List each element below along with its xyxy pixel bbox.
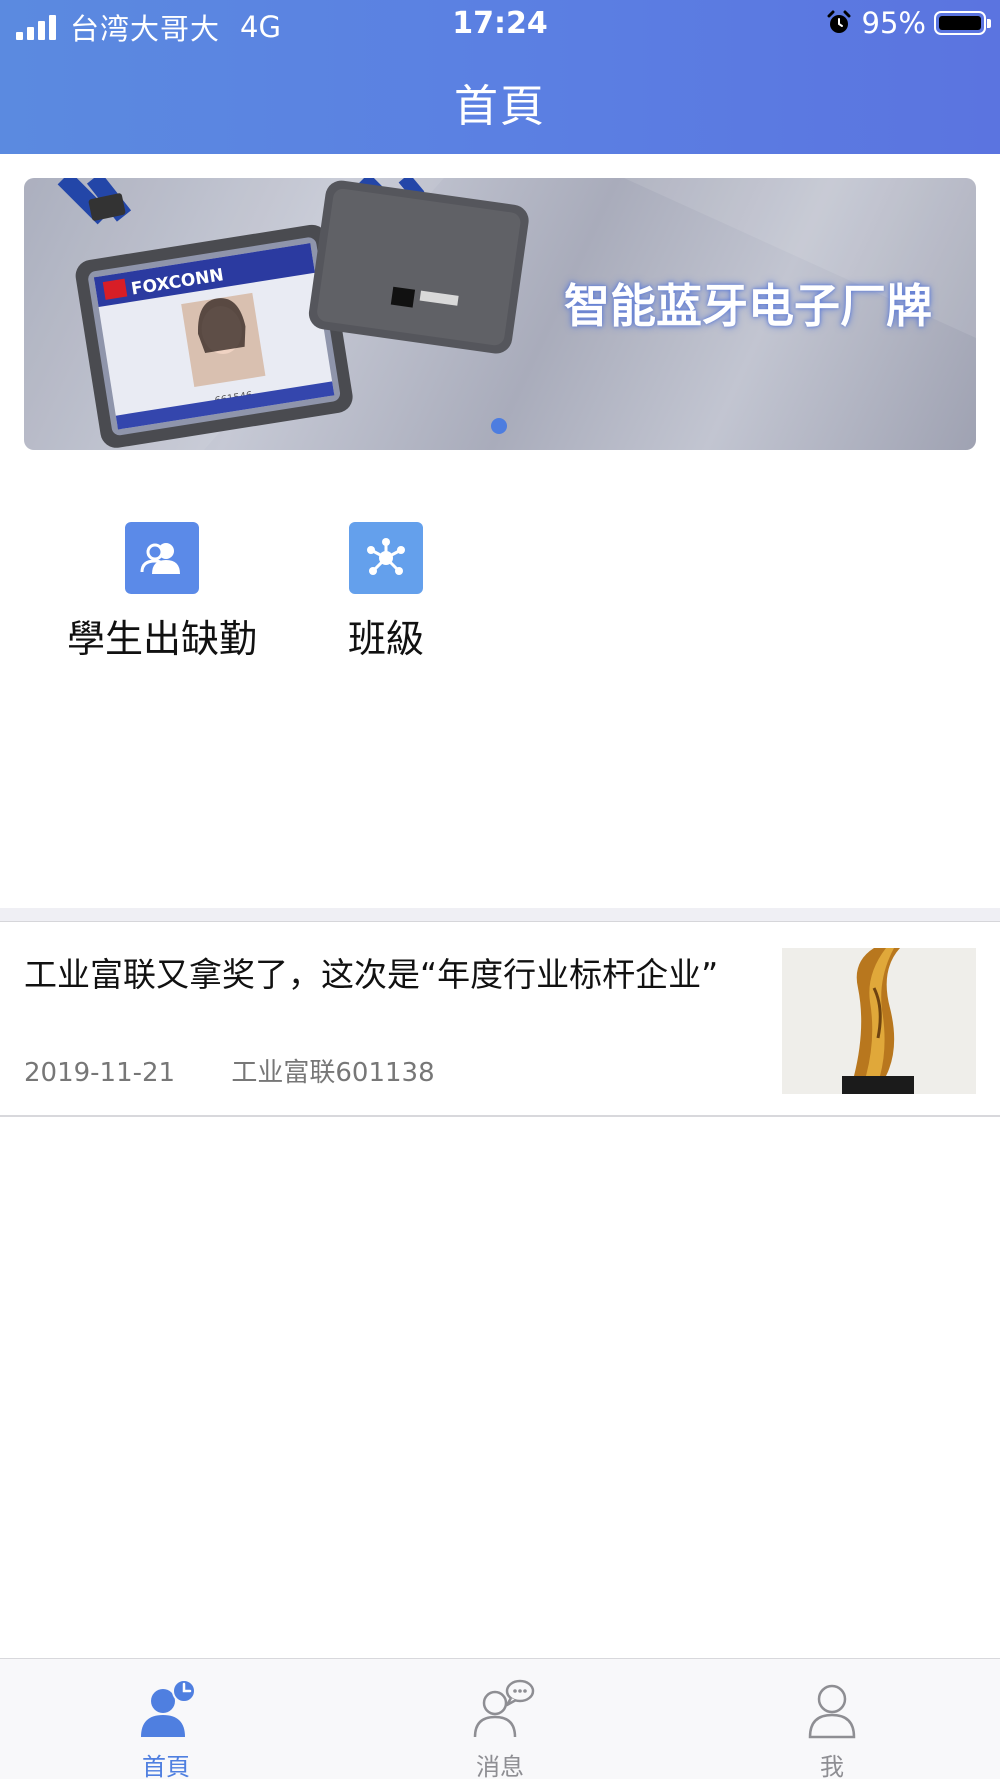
news-title[interactable]: 工业富联又拿奖了，这次是“年度行业标杆企业” — [24, 948, 718, 996]
shortcut-label: 班級 — [347, 617, 424, 661]
section-divider — [0, 908, 1000, 922]
battery-icon — [934, 11, 991, 35]
list-divider — [0, 1115, 1000, 1117]
news-meta: 2019-11-21 工业富联601138 — [24, 1052, 435, 1089]
person-icon — [808, 1684, 856, 1739]
person-chat-icon — [473, 1679, 535, 1738]
battery-percent: 95% — [861, 6, 926, 40]
carousel-dot-active[interactable] — [491, 418, 507, 434]
shortcut-label: 學生出缺勤 — [66, 617, 257, 661]
trophy-image — [782, 948, 976, 1094]
tab-label: 我 — [820, 1753, 844, 1781]
tab-me[interactable]: 我 — [762, 1679, 902, 1782]
tab-label: 消息 — [476, 1753, 524, 1781]
shortcut-class[interactable]: 班級 — [271, 522, 501, 663]
tab-bar: 首頁 消息 我 — [0, 1658, 1000, 1782]
news-source: 工业富联601138 — [231, 1058, 435, 1088]
page-title: 首頁 — [454, 81, 546, 132]
tab-label: 首頁 — [142, 1753, 190, 1781]
banner-caption: 智能蓝牙电子厂牌 — [564, 279, 932, 333]
news-thumbnail[interactable] — [782, 948, 976, 1094]
shortcut-student-attendance[interactable]: 學生出缺勤 — [47, 522, 277, 663]
tab-home[interactable]: 首頁 — [96, 1679, 236, 1782]
tab-messages[interactable]: 消息 — [430, 1679, 570, 1782]
news-date: 2019-11-21 — [24, 1058, 176, 1088]
status-bar: 台湾大哥大 4G 17:24 95% — [0, 0, 1000, 50]
alarm-icon — [827, 10, 851, 33]
users-icon — [125, 522, 199, 594]
home-person-clock-icon — [141, 1679, 196, 1737]
promo-banner[interactable]: FOXCONN 661546 智能蓝牙电子厂牌 — [24, 178, 976, 450]
app-header: 台湾大哥大 4G 17:24 95% 首頁 — [0, 0, 1000, 154]
network-icon — [349, 522, 423, 594]
